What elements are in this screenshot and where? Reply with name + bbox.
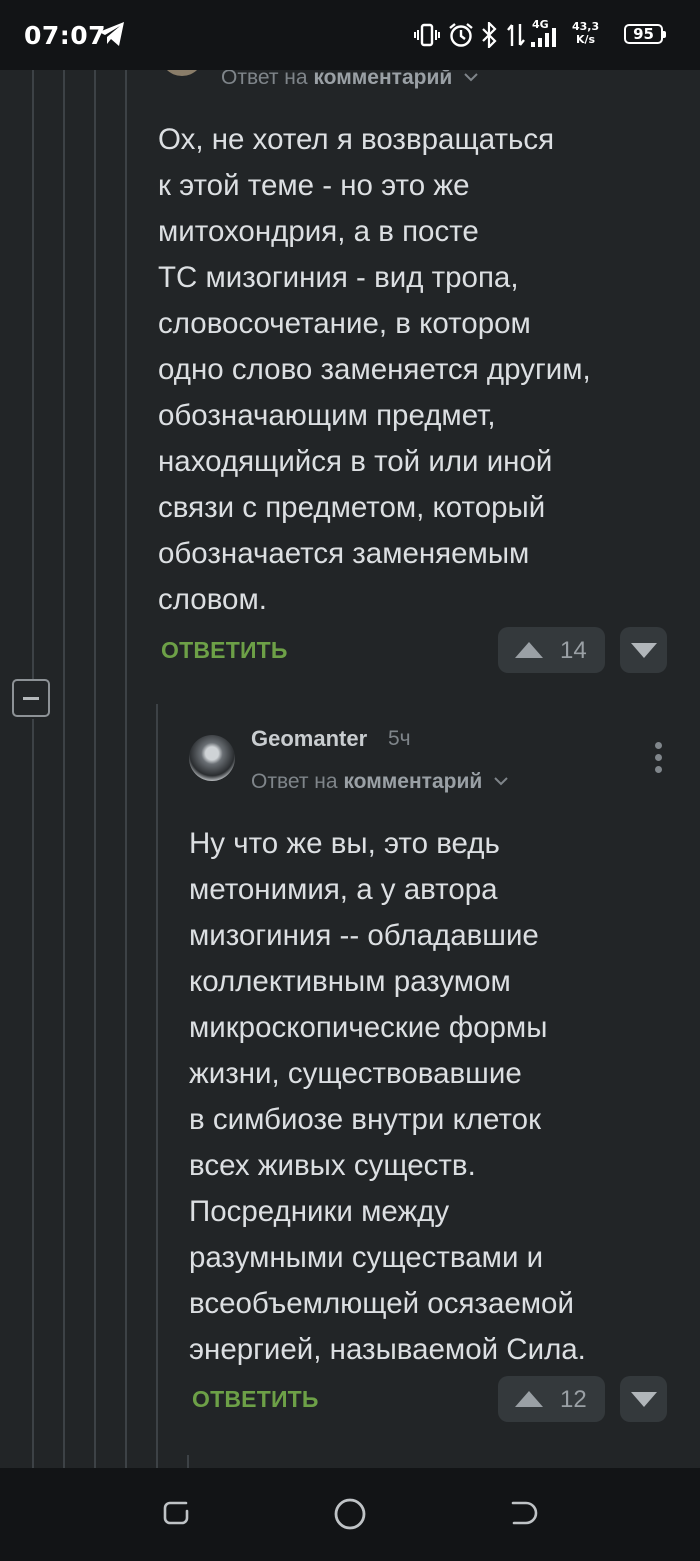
comment-line: связи с предметом, который (158, 491, 546, 524)
speed-unit: K/s (576, 33, 596, 46)
back-icon[interactable] (508, 1497, 540, 1534)
system-nav-bar (0, 1468, 700, 1561)
upvote-button[interactable]: 12 (498, 1376, 605, 1422)
arrow-up-icon (514, 641, 544, 664)
comment-line: ТС мизогиния - вид тропа, (158, 261, 519, 294)
thread-line (156, 704, 158, 1468)
comment-line: мизогиния -- обладавшие (189, 919, 539, 952)
comment-text: Ну что же вы, это ведь метонимия, а у ав… (189, 821, 586, 1373)
comment-line: в симбиозе внутри клеток (189, 1103, 541, 1136)
comment-line: словосочетание, в котором (158, 307, 531, 340)
comment-line: Ну что же вы, это ведь (189, 827, 500, 860)
arrow-up-icon (514, 1390, 544, 1413)
clock: 07:07 (24, 21, 107, 50)
comment-time: 5ч (388, 727, 411, 750)
downvote-button[interactable] (620, 627, 667, 673)
vibrate-icon (414, 22, 440, 53)
comment-line: жизни, существовавшие (189, 1057, 522, 1090)
upvote-button[interactable]: 14 (498, 627, 605, 673)
avatar[interactable] (189, 735, 235, 781)
data-transfer-icon (506, 22, 526, 53)
more-options-icon[interactable] (655, 742, 663, 778)
chevron-down-icon (494, 768, 508, 792)
comment-line: словом. (158, 583, 267, 616)
comment-text: Ох, не хотел я возвращаться к этой теме … (158, 117, 591, 623)
arrow-down-icon (630, 1391, 658, 1413)
thread-line (94, 70, 96, 1468)
battery-indicator: 95 (624, 24, 666, 44)
speed-value: 43,3 (572, 20, 600, 33)
vote-count: 14 (560, 637, 587, 664)
downvote-button[interactable] (620, 1376, 667, 1422)
network-speed: 43,3 K/s (572, 20, 599, 46)
thread-line (187, 1455, 189, 1468)
home-icon[interactable] (333, 1497, 367, 1536)
reply-target: комментарий (343, 770, 483, 793)
comment-line: митохондрия, а в посте (158, 215, 479, 248)
bluetooth-icon (480, 20, 498, 53)
comment-line: обозначается заменяемым (158, 537, 530, 570)
comment-line: всех живых существ. (189, 1149, 476, 1182)
comment-line: к этой теме - но это же (158, 169, 470, 202)
thread-line (32, 719, 34, 1468)
thread-line (32, 70, 34, 679)
collapse-thread-button[interactable] (12, 679, 50, 717)
reply-button[interactable]: ОТВЕТИТЬ (161, 637, 288, 664)
reply-button[interactable]: ОТВЕТИТЬ (192, 1386, 319, 1413)
comment-line: разумными существами и (189, 1241, 544, 1274)
reply-to-link[interactable]: Ответ на комментарий (251, 768, 508, 794)
comment-line: метонимия, а у автора (189, 873, 498, 906)
alarm-icon (448, 22, 474, 53)
telegram-icon (98, 21, 126, 52)
thread-line (125, 70, 127, 1468)
status-icons: 4G 43,3 K/s 95 (414, 18, 674, 52)
recent-apps-icon[interactable] (160, 1497, 192, 1534)
status-bar: 07:07 4G 43,3 K/s 95 (0, 0, 700, 70)
comment-line: всеобъемлющей осязаемой (189, 1287, 574, 1320)
reply-prefix: Ответ на (251, 770, 338, 793)
comment-line: Ох, не хотел я возвращаться (158, 123, 555, 156)
comment-line: находящийся в той или иной (158, 445, 553, 478)
signal-icon (530, 28, 556, 53)
username[interactable]: Geomanter (251, 726, 367, 752)
thread-line (63, 70, 65, 1468)
comment-line: микроскопические формы (189, 1011, 548, 1044)
comment-line: одно слово заменяется другим, (158, 353, 591, 386)
vote-count: 12 (560, 1386, 587, 1413)
comment-line: энергией, называемой Сила. (189, 1333, 586, 1366)
arrow-down-icon (630, 642, 658, 664)
comment-line: Посредники между (189, 1195, 450, 1228)
comment-line: обозначающим предмет, (158, 399, 496, 432)
comments-screen: Ответ на комментарий Ох, не хотел я возв… (0, 0, 700, 1561)
comment-line: коллективным разумом (189, 965, 511, 998)
